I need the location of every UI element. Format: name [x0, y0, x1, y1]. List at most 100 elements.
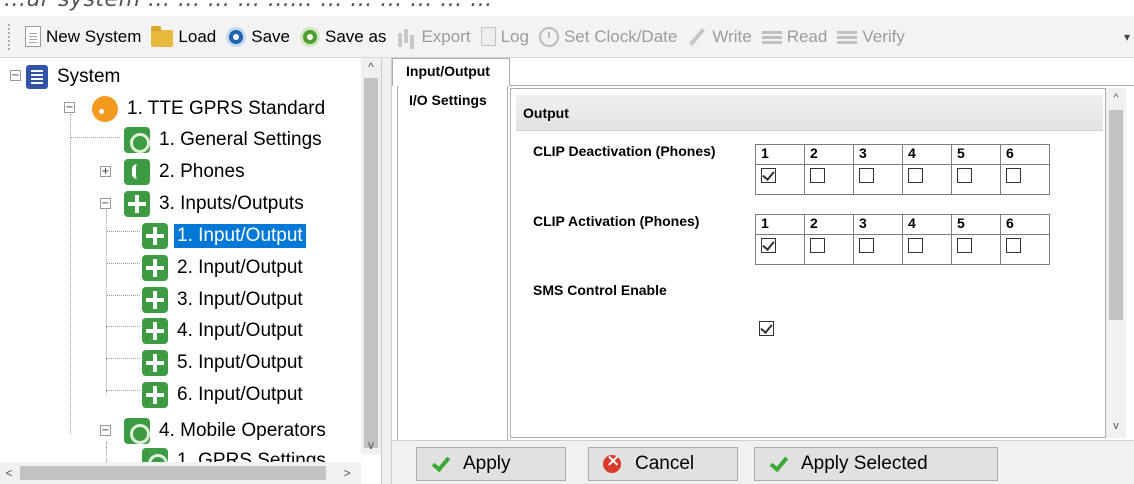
save-button[interactable]: Save — [221, 22, 295, 52]
log-button[interactable]: Log — [476, 22, 534, 52]
tree-item-input-output-1[interactable]: 1. Input/Output — [142, 221, 306, 251]
tree-collapse-toggle[interactable]: − — [100, 198, 111, 209]
settings-content: Input/Output I/O Settings Output CLIP De… — [392, 58, 1134, 484]
write-label: Write — [712, 26, 752, 46]
phone-column-header: 4 — [902, 144, 952, 165]
phone-column-header: 1 — [755, 144, 805, 165]
verify-button[interactable]: Verify — [832, 22, 910, 52]
tab-strip-border — [510, 85, 1134, 86]
tree-item-system[interactable]: System — [26, 62, 123, 92]
input-output-arrows-icon — [142, 318, 168, 344]
tree-item-input-output-5[interactable]: 5. Input/Output — [142, 348, 306, 378]
panel-vertical-scrollbar[interactable]: ^ v — [1106, 88, 1126, 438]
tree-collapse-toggle[interactable]: − — [100, 425, 111, 436]
tree-item-phones[interactable]: 2. Phones — [124, 157, 248, 187]
clip-deactivation-checkbox[interactable] — [908, 168, 923, 183]
export-button[interactable]: Export — [391, 22, 475, 52]
tree-item-input-output-3[interactable]: 3. Input/Output — [142, 285, 306, 315]
tree-horizontal-scrollbar[interactable]: < > — [0, 462, 361, 484]
toolbar-overflow-icon[interactable]: ▾ — [1124, 30, 1130, 44]
clip-activation-checkbox[interactable] — [957, 238, 972, 253]
check-icon — [769, 455, 787, 473]
set-clock-date-button[interactable]: Set Clock/Date — [534, 22, 682, 52]
apply-button[interactable]: Apply — [416, 447, 566, 481]
verify-icon — [837, 27, 858, 47]
pen-icon — [687, 27, 707, 47]
clip-deactivation-checkbox[interactable] — [957, 168, 972, 183]
panel-splitter[interactable] — [382, 58, 392, 484]
phone-column-header: 1 — [755, 214, 805, 235]
phone-column-header: 4 — [902, 214, 952, 235]
tree-item-input-output-6[interactable]: 6. Input/Output — [142, 380, 306, 410]
output-panel: Output CLIP Deactivation (Phones) 1 2 3 … — [510, 88, 1106, 438]
tree-connector — [106, 358, 140, 359]
tree-collapse-toggle[interactable]: − — [64, 102, 75, 113]
tree-item-label: 2. Input/Output — [177, 257, 303, 278]
clip-deactivation-checkbox[interactable] — [1006, 168, 1021, 183]
clip-activation-checkbox[interactable] — [859, 238, 874, 253]
scroll-up-icon[interactable]: ^ — [361, 58, 381, 76]
phone-column-header: 5 — [951, 144, 1001, 165]
export-bars-icon — [396, 27, 416, 47]
clip-deactivation-checkbox[interactable] — [761, 168, 776, 183]
phone-column-header: 3 — [853, 214, 903, 235]
tree-item-label: 5. Input/Output — [177, 352, 303, 373]
checkbox-cell — [1000, 164, 1050, 195]
clip-activation-checkbox[interactable] — [908, 238, 923, 253]
checkbox-cell — [902, 234, 952, 265]
cut-off-caption: ...ur system ... ... ... ... ...... ... … — [0, 0, 1134, 16]
tree-expand-toggle[interactable]: + — [100, 166, 111, 177]
clip-activation-checkbox[interactable] — [810, 238, 825, 253]
tree-item-label: 3. Inputs/Outputs — [159, 193, 304, 214]
sms-control-enable-checkbox[interactable] — [759, 321, 774, 336]
write-button[interactable]: Write — [682, 22, 756, 52]
clip-activation-checkbox[interactable] — [761, 238, 776, 253]
tree-item-label: 1. General Settings — [159, 129, 322, 150]
input-output-arrows-icon — [142, 287, 168, 313]
tree-item-label: 4. Mobile Operators — [159, 420, 326, 441]
scroll-thumb[interactable] — [1109, 110, 1123, 320]
scroll-left-icon[interactable]: < — [0, 462, 18, 484]
scroll-right-icon[interactable]: > — [338, 462, 356, 484]
checkbox-cell — [951, 164, 1001, 195]
tree-item-mobile-operators[interactable]: 4. Mobile Operators — [124, 416, 329, 446]
set-clock-date-label: Set Clock/Date — [563, 26, 678, 46]
tree-collapse-toggle[interactable]: − — [10, 70, 21, 81]
tree-item-general-settings[interactable]: 1. General Settings — [124, 125, 325, 155]
toolbar-grip[interactable] — [8, 23, 12, 50]
read-button[interactable]: Read — [757, 22, 833, 52]
export-label: Export — [421, 26, 471, 46]
scroll-down-icon[interactable]: v — [1106, 418, 1126, 434]
tree-item-label: 6. Input/Output — [177, 384, 303, 405]
read-label: Read — [786, 26, 828, 46]
tree-connector — [106, 326, 140, 327]
checkbox-cell — [951, 234, 1001, 265]
clip-activation-checkbox[interactable] — [1006, 238, 1021, 253]
tree-item-input-output-4[interactable]: 4. Input/Output — [142, 316, 306, 346]
scroll-up-icon[interactable]: ^ — [1106, 90, 1126, 106]
save-as-button[interactable]: Save as — [295, 22, 391, 52]
cancel-button[interactable]: Cancel — [588, 447, 738, 481]
new-system-button[interactable]: New System — [20, 22, 146, 52]
tab-input-output[interactable]: Input/Output — [392, 58, 510, 86]
input-output-arrows-icon — [142, 255, 168, 281]
tree-connector — [106, 263, 140, 264]
apply-selected-button[interactable]: Apply Selected — [754, 447, 998, 481]
clip-deactivation-checkbox[interactable] — [859, 168, 874, 183]
cancel-label: Cancel — [635, 453, 695, 474]
scroll-thumb[interactable] — [364, 78, 378, 448]
clip-deactivation-label: CLIP Deactivation (Phones) — [533, 143, 716, 159]
tab-io-settings[interactable]: I/O Settings — [397, 86, 508, 456]
scroll-thumb[interactable] — [20, 466, 326, 480]
new-document-icon — [25, 26, 41, 47]
tree-vertical-scrollbar[interactable]: ^ v — [361, 58, 381, 454]
tree-item-inputs-outputs[interactable]: 3. Inputs/Outputs — [124, 189, 307, 219]
clip-deactivation-checkbox[interactable] — [810, 168, 825, 183]
checkbox-cell — [755, 164, 805, 195]
input-output-arrows-icon — [142, 350, 168, 376]
scroll-down-icon[interactable]: v — [361, 436, 381, 454]
tree-item-tte-gprs-standard[interactable]: 1. TTE GPRS Standard — [92, 94, 328, 124]
tree-item-input-output-2[interactable]: 2. Input/Output — [142, 253, 306, 283]
load-button[interactable]: Load — [146, 22, 221, 52]
checkbox-cell — [853, 164, 903, 195]
